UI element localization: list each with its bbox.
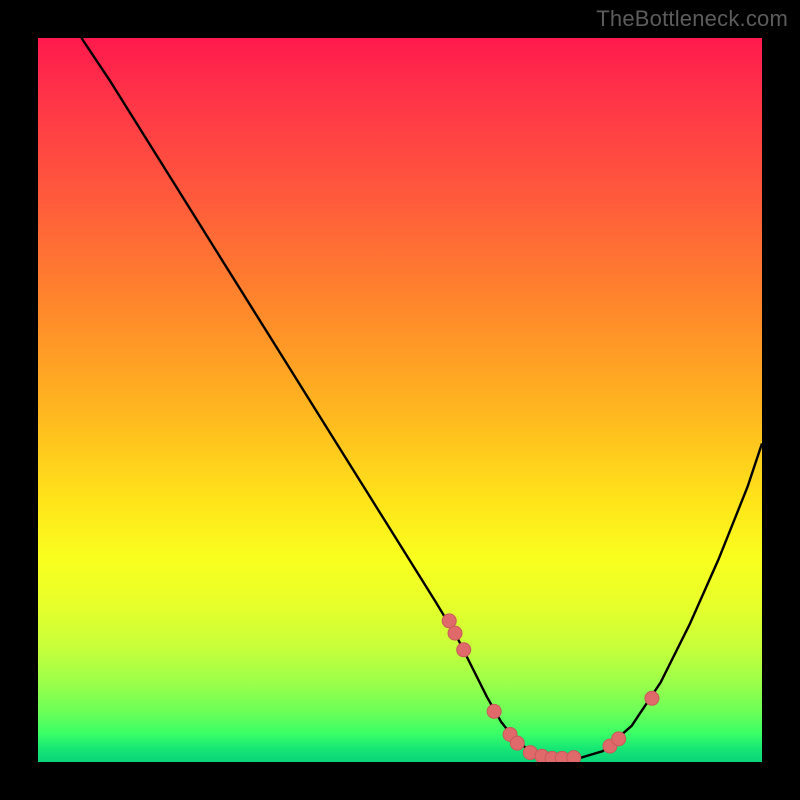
curve-marker — [487, 704, 501, 718]
curve-marker — [567, 751, 581, 762]
chart-frame: TheBottleneck.com — [0, 0, 800, 800]
watermark: TheBottleneck.com — [596, 6, 788, 32]
curve-marker — [457, 643, 471, 657]
curve-marker — [448, 626, 462, 640]
plot-area — [38, 38, 762, 762]
curve-marker — [645, 691, 659, 705]
curve-marker-dots — [442, 614, 659, 762]
bottleneck-curve — [81, 38, 762, 758]
curve-marker — [510, 736, 524, 750]
curve-marker — [612, 732, 626, 746]
curve-svg — [38, 38, 762, 762]
